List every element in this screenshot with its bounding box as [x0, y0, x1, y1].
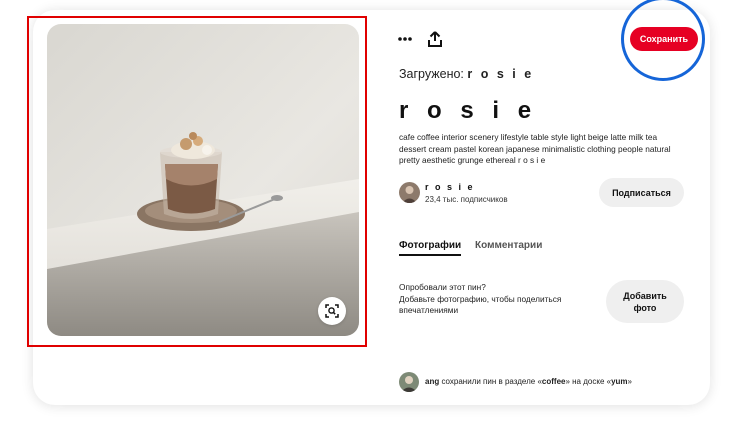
activity-avatar[interactable] [399, 372, 419, 392]
tab-comments[interactable]: Комментарии [475, 240, 542, 251]
follow-button[interactable]: Подписаться [599, 178, 684, 207]
pin-image[interactable] [47, 24, 359, 336]
activity-text-part: » на доске « [565, 377, 612, 386]
pin-photo [47, 24, 359, 336]
creator-name[interactable]: r o s i e [425, 182, 475, 192]
more-options-button[interactable] [394, 28, 416, 50]
uploaded-label: Загружено: [399, 67, 464, 81]
tried-pin-question: Опробовали этот пин? [399, 282, 486, 292]
creator-followers: 23,4 тыс. подписчиков [425, 195, 508, 204]
activity-section[interactable]: coffee [542, 377, 566, 386]
activity-user[interactable]: ang [425, 377, 439, 386]
save-button[interactable]: Сохранить [630, 27, 698, 51]
pin-title: r o s i e [399, 97, 538, 124]
share-button[interactable] [424, 28, 446, 50]
lens-icon [325, 304, 339, 318]
pin-description: cafe coffee interior scenery lifestyle t… [399, 132, 671, 165]
share-icon [428, 31, 442, 47]
creator-avatar[interactable] [399, 182, 420, 203]
tab-photos[interactable]: Фотографии [399, 240, 462, 256]
activity-board[interactable]: yum [611, 377, 627, 386]
activity-text-part: » [627, 377, 632, 386]
activity-text: ang сохранили пин в разделе «coffee» на … [425, 377, 632, 386]
tried-pin-hint: Добавьте фотографию, чтобы поделиться вп… [399, 293, 562, 316]
add-photo-label-line2: фото [633, 302, 657, 313]
visual-search-button[interactable] [318, 297, 346, 325]
add-photo-label-line1: Добавить [623, 290, 667, 301]
tried-pin-prompt: Опробовали этот пин? Добавьте фотографию… [399, 282, 599, 317]
activity-text-part: сохранили пин в разделе « [439, 377, 542, 386]
uploaded-by: Загружено: r o s i e [399, 67, 534, 81]
more-icon [398, 37, 412, 41]
uploaded-by-link[interactable]: r o s i e [467, 67, 533, 81]
add-photo-button[interactable]: Добавить фото [606, 280, 684, 323]
